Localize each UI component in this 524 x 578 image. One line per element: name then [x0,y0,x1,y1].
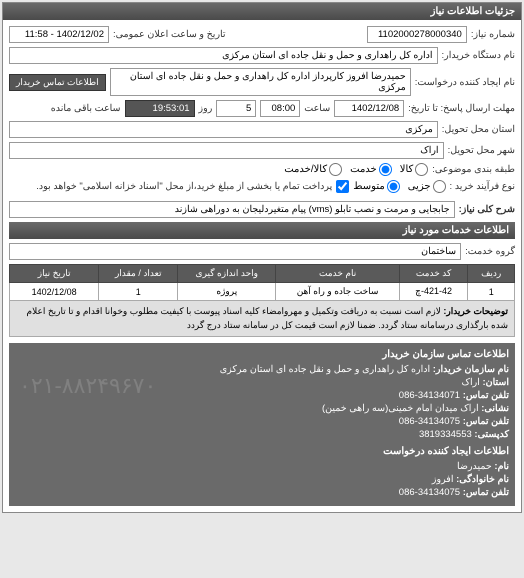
cell-row: 1 [468,283,515,301]
buyer-org-label: نام دستگاه خریدار: [442,50,516,61]
desc-text: لازم است نسبت به دریافت وتکمیل و مهروامض… [27,306,508,330]
subject-group-label: طبقه بندی موضوعی: [432,164,515,175]
cb-post: 3819334553 [419,429,472,440]
radio-service[interactable] [379,163,392,176]
services-section-header: اطلاعات خدمات مورد نیاز [9,222,515,239]
radio-service-label: خدمت [350,164,377,175]
radio-medium[interactable] [387,180,400,193]
cb-addr-label: نشانی: [481,403,509,414]
th-name: نام خدمت [276,265,399,283]
service-group-value: ساختمان [9,243,461,260]
process-radio-group: جزیی متوسط [353,180,445,193]
cell-code: 421-42-چ [399,283,468,301]
contact-requester-title: اطلاعات ایجاد کننده درخواست [15,446,509,457]
days-label: روز [199,103,213,114]
need-no-label: شماره نیاز: [471,29,515,40]
cb-province: اراک [461,377,479,388]
announce-value: 1402/12/02 - 11:58 [9,26,109,43]
contact-buyer-title: اطلاعات تماس سازمان خریدار [15,349,509,360]
need-title-value: جابجایی و مرمت و نصب تابلو (vms) پیام مت… [9,201,455,218]
radio-small[interactable] [433,180,446,193]
remain-time: 19:53:01 [125,100,195,117]
window-title: جزئیات اطلاعات نیاز [3,3,521,20]
days-value: 5 [216,100,256,117]
requester-value: حمیدرضا افروز کارپرداز اداره کل راهداری … [110,68,411,96]
desc-label: توضیحات خریدار: [443,306,508,316]
cb-org-label: نام سازمان خریدار: [433,364,509,375]
table-row: 1 421-42-چ ساخت جاده و راه آهن پروژه 1 1… [10,283,515,301]
cr-lname-label: نام خانوادگی: [456,474,509,485]
cr-fname-label: نام: [494,461,509,472]
deadline-label: مهلت ارسال پاسخ: تا تاریخ: [408,103,515,114]
cr-phone-label: تلفن تماس: [463,487,509,498]
cb-post-label: کدپستی: [474,429,509,440]
remain-label: ساعت باقی مانده [51,103,121,114]
service-group-label: گروه خدمت: [465,246,515,257]
radio-goods-label: کالا [400,164,414,175]
table-desc-row: توضیحات خریدار: لازم است نسبت به دریافت … [10,301,515,337]
cb-phone-label: تلفن تماس: [463,390,509,401]
need-title-label: شرح کلی نیاز: [459,204,515,215]
cell-date: 1402/12/08 [10,283,99,301]
deadline-date: 1402/12/08 [334,100,404,117]
cb-fax: 34134075-086 [399,416,460,427]
subject-radio-group: کالا خدمت کالا/خدمت [284,163,428,176]
cell-unit: پروژه [178,283,276,301]
cb-addr: اراک میدان امام خمینی(سه راهی خمین) [322,403,479,414]
cell-qty: 1 [99,283,178,301]
buyer-org-value: اداره کل راهداری و حمل و نقل جاده ای است… [9,47,438,64]
announce-label: تاریخ و ساعت اعلان عمومی: [113,29,226,40]
cr-phone: 34134075-086 [399,487,460,498]
requester-label: نام ایجاد کننده درخواست: [415,77,515,88]
cr-fname: حمیدرضا [457,461,492,472]
deadline-time: 08:00 [260,100,300,117]
contact-buyer-button[interactable]: اطلاعات تماس خریدار [9,74,106,91]
services-table: ردیف کد خدمت نام خدمت واحد اندازه گیری ت… [9,264,515,337]
cb-province-label: استان: [482,377,509,388]
radio-goods[interactable] [415,163,428,176]
treasury-checkbox[interactable] [336,180,349,193]
radio-small-label: جزیی [408,181,431,192]
th-row: ردیف [468,265,515,283]
th-code: کد خدمت [399,265,468,283]
th-date: تاریخ نیاز [10,265,99,283]
cr-lname: افروز [432,474,454,485]
need-no-value: 1102000278000340 [367,26,467,43]
delivery-city-label: شهر محل تحویل: [448,145,515,156]
process-note: پرداخت تمام یا بخشی از مبلغ خرید،از محل … [36,181,332,192]
process-type-label: نوع فرآیند خرید : [450,181,515,192]
cb-org: اداره کل راهداری و حمل و نقل جاده ای است… [220,364,430,375]
delivery-province-label: استان محل تحویل: [442,124,515,135]
radio-both-label: کالا/خدمت [284,164,327,175]
cb-fax-label: تلفن تماس: [463,416,509,427]
cb-phone: 34134071-086 [399,390,460,401]
delivery-city: اراک [9,142,444,159]
th-unit: واحد اندازه گیری [178,265,276,283]
radio-medium-label: متوسط [353,181,384,192]
cell-name: ساخت جاده و راه آهن [276,283,399,301]
th-qty: تعداد / مقدار [99,265,178,283]
radio-both[interactable] [329,163,342,176]
watermark-text: ۰۲۱-۸۸۲۴۹۶۷۰ [19,373,156,399]
time-label-1: ساعت [304,103,330,114]
contact-buyer-section: ۰۲۱-۸۸۲۴۹۶۷۰ اطلاعات تماس سازمان خریدار … [9,343,515,506]
delivery-province: مرکزی [9,121,438,138]
